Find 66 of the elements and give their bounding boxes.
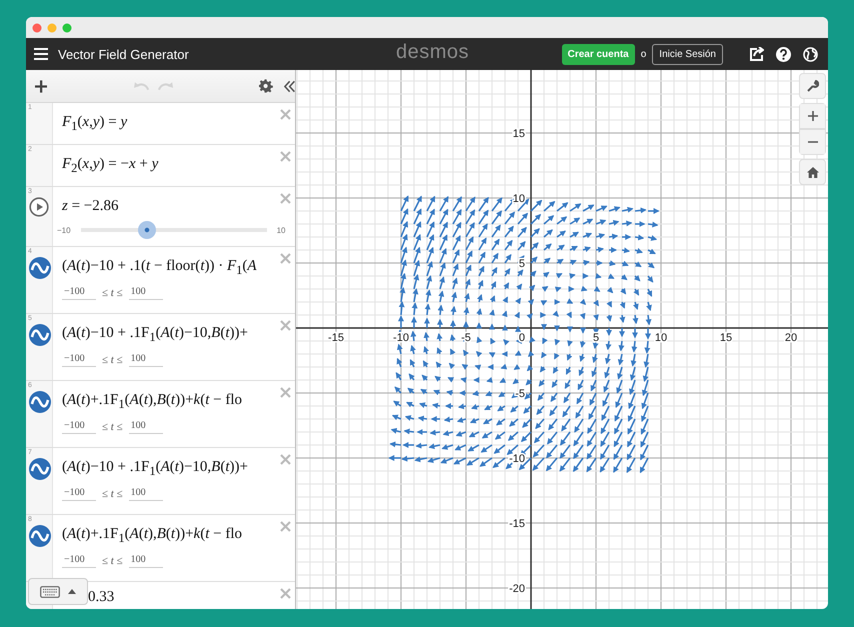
collapse-icon[interactable] bbox=[284, 80, 295, 92]
range-max-field[interactable]: 100 bbox=[128, 353, 163, 367]
help-icon[interactable] bbox=[776, 46, 791, 62]
axis-label: 10 bbox=[654, 332, 668, 344]
axis-label: -15 bbox=[509, 518, 525, 530]
keyboard-icon bbox=[40, 586, 60, 598]
axis-label: -15 bbox=[328, 332, 344, 344]
range-min-field[interactable]: −100 bbox=[62, 487, 96, 501]
math-expression[interactable]: (A(t)+.1F$_{1}$(A(t),B(t))+k(t − flo bbox=[62, 526, 242, 546]
settings-icon[interactable] bbox=[259, 79, 273, 93]
wave-icon[interactable] bbox=[29, 257, 51, 279]
range-min-field[interactable]: −100 bbox=[62, 554, 96, 568]
range-operator: ≤ t ≤ bbox=[102, 488, 123, 500]
math-expression[interactable]: (A(t)−10 + .1F$_{1}$(A(t)−10,B(t))+ bbox=[62, 325, 248, 345]
math-expression[interactable]: (A(t)+.1F$_{1}$(A(t),B(t))+k(t − flo bbox=[62, 392, 242, 412]
slider-max[interactable]: 10 bbox=[276, 226, 286, 234]
wrench-button[interactable] bbox=[799, 73, 826, 99]
axis-label: 10 bbox=[512, 193, 525, 205]
plus-icon bbox=[808, 111, 818, 121]
axis-label: 20 bbox=[784, 332, 798, 344]
math-expression[interactable]: z = −2.86 bbox=[62, 198, 119, 215]
slider-thumb[interactable] bbox=[138, 221, 156, 239]
home-icon bbox=[806, 166, 818, 178]
wave-icon[interactable] bbox=[29, 525, 51, 547]
math-expression[interactable]: F$_{1}$(x,y) = y bbox=[62, 114, 128, 134]
wave-icon[interactable] bbox=[29, 324, 51, 346]
axis-label: 0 bbox=[518, 332, 525, 344]
axis-label: 5 bbox=[592, 332, 600, 344]
range-max-field[interactable]: 100 bbox=[128, 286, 163, 300]
desmos-logo: desmos bbox=[396, 41, 470, 64]
axis-label: -10 bbox=[509, 453, 525, 465]
wrench-icon bbox=[806, 80, 818, 92]
math-expression[interactable]: F$_{2}$(x,y) = −x + y bbox=[62, 156, 158, 176]
wave-icon[interactable] bbox=[29, 458, 51, 480]
range-min-field[interactable]: −100 bbox=[62, 420, 96, 434]
menu-icon[interactable] bbox=[34, 48, 48, 60]
range-operator: ≤ t ≤ bbox=[102, 287, 123, 299]
axis-label: 15 bbox=[512, 128, 525, 140]
login-button[interactable]: Inicie Sesión bbox=[652, 44, 723, 64]
range-min-field[interactable]: −100 bbox=[62, 353, 96, 367]
range-max-field[interactable]: 100 bbox=[128, 554, 163, 568]
math-expression[interactable]: (A(t)−10 + .1F$_{1}$(A(t)−10,B(t))+ bbox=[62, 459, 248, 479]
axis-label: -20 bbox=[509, 583, 525, 595]
zoom-in-button[interactable] bbox=[799, 103, 826, 129]
home-button[interactable] bbox=[799, 159, 826, 185]
range-max-field[interactable]: 100 bbox=[128, 420, 163, 434]
slider-min[interactable]: −10 bbox=[57, 226, 71, 234]
caret-icon bbox=[68, 589, 76, 594]
axis-label: 5 bbox=[518, 258, 525, 270]
keyboard-button[interactable] bbox=[28, 578, 88, 605]
axis-label: -5 bbox=[515, 388, 525, 400]
range-min-field[interactable]: −100 bbox=[62, 286, 96, 300]
wave-icon[interactable] bbox=[29, 391, 51, 413]
or-text: o bbox=[640, 48, 646, 60]
globe-icon[interactable] bbox=[803, 46, 818, 62]
add-icon[interactable] bbox=[35, 80, 48, 92]
range-operator: ≤ t ≤ bbox=[102, 555, 123, 567]
range-operator: ≤ t ≤ bbox=[102, 354, 123, 366]
math-expression[interactable]: (A(t)−10 + .1(t − floor(t)) · F$_{1}$(A bbox=[62, 258, 257, 278]
graph-title: Vector Field Generator bbox=[58, 46, 189, 62]
range-max-field[interactable]: 100 bbox=[128, 487, 163, 501]
play-icon[interactable] bbox=[29, 197, 49, 217]
axis-label: 15 bbox=[720, 332, 732, 344]
range-operator: ≤ t ≤ bbox=[102, 421, 123, 433]
math-expression[interactable]: 0.33 bbox=[88, 589, 114, 606]
share-icon[interactable] bbox=[749, 47, 764, 61]
